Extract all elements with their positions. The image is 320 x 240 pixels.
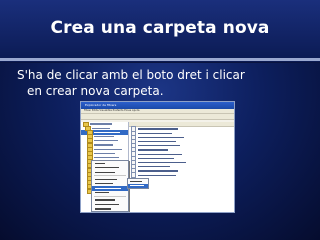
context-menu-item: [92, 207, 128, 212]
submenu-item-new-folder: [128, 183, 148, 188]
body-line-1: S'ha de clicar amb el boto dret i clicar: [17, 68, 245, 82]
context-menu-item: [92, 191, 128, 196]
explorer-screenshot: Explorador de fitxers Fitxer Edita Visua…: [80, 101, 235, 213]
file-list-pane: [129, 122, 234, 212]
context-submenu: [127, 178, 149, 189]
file-row: [129, 172, 234, 178]
slide-background: Crea una carpeta nova S'ha de clicar amb…: [0, 0, 320, 240]
body-line-2: en crear nova carpeta.: [27, 83, 164, 98]
explorer-menu-items: Fitxer Edita Visualitza Preferits Eines …: [84, 109, 140, 112]
explorer-window-title: Explorador de fitxers: [85, 103, 117, 107]
title-divider: [0, 58, 320, 61]
slide-title: Crea una carpeta nova: [50, 18, 270, 38]
context-menu-item: [92, 170, 128, 175]
slide-body: S'ha de clicar amb el boto dret i clicar…: [17, 68, 307, 99]
explorer-title-bar: Explorador de fitxers: [81, 102, 234, 109]
title-divider-shadow: [0, 62, 320, 63]
context-menu: [91, 160, 129, 212]
